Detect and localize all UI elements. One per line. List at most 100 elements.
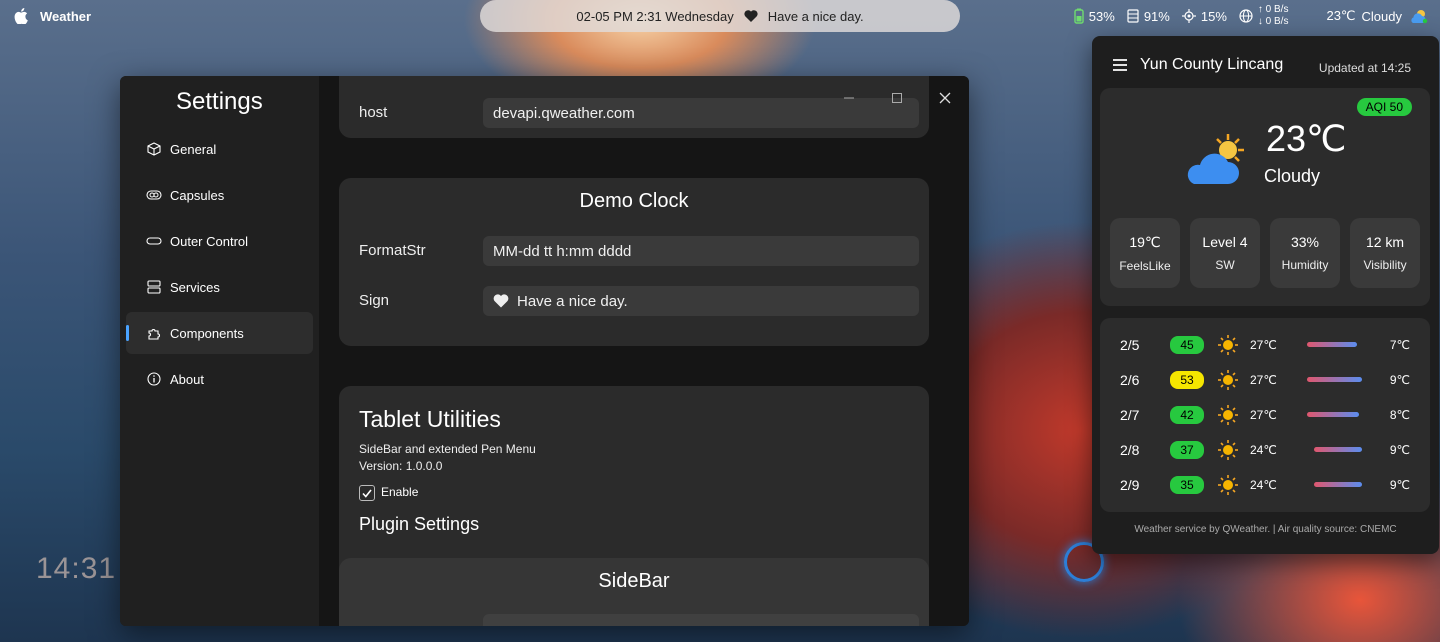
forecast-low: 7℃	[1389, 337, 1410, 352]
forecast-high: 27℃	[1250, 407, 1277, 422]
minimize-icon	[844, 97, 854, 99]
info-capsule[interactable]: 02-05 PM 2:31 Wednesday Have a nice day.	[480, 0, 960, 32]
cpu-status[interactable]: 15%	[1181, 8, 1227, 24]
aqi-badge: AQI 50	[1356, 98, 1412, 116]
forecast-low: 9℃	[1389, 477, 1410, 492]
settings-sidebar: Settings General Capsules Outer Control …	[120, 76, 319, 626]
sunny-icon	[1218, 474, 1238, 495]
sign-input[interactable]: Have a nice day.	[483, 286, 919, 316]
metric-humidity: 33% Humidity	[1270, 218, 1340, 288]
weather-panel: Yun County Lincang Updated at 14:25 AQI …	[1092, 36, 1439, 554]
app-name[interactable]: Weather	[40, 9, 91, 24]
sidebar-field[interactable]	[483, 614, 919, 626]
settings-content[interactable]: host devapi.qweather.com Demo Clock Form…	[319, 76, 969, 626]
check-icon	[362, 489, 372, 498]
battery-icon	[1074, 8, 1084, 24]
format-input[interactable]: MM-dd tt h:mm dddd	[483, 236, 919, 266]
nav-item-components[interactable]: Components	[126, 312, 313, 354]
format-label: FormatStr	[359, 242, 426, 259]
current-condition: Cloudy	[1264, 166, 1321, 186]
forecast-high: 27℃	[1250, 372, 1277, 387]
current-weather-card: AQI 50 23℃ Cloudy 19℃ FeelsLike Level 4 …	[1100, 88, 1430, 306]
tablet-title: Tablet Utilities	[359, 406, 501, 432]
tablet-utilities-card: Tablet Utilities SideBar and extended Pe…	[339, 386, 929, 626]
minimize-button[interactable]	[834, 86, 864, 110]
nav-item-general[interactable]: General	[126, 128, 313, 170]
metric-label: Humidity	[1281, 258, 1329, 272]
tablet-description: SideBar and extended Pen Menu	[359, 442, 536, 456]
metric-value: 12 km	[1365, 234, 1405, 250]
metric-value: 33%	[1290, 234, 1320, 250]
metric-value: Level 4	[1202, 234, 1248, 250]
net-up-value: 0 B/s	[1265, 4, 1289, 15]
info-icon	[146, 371, 162, 387]
metric-label: Visibility	[1363, 258, 1407, 272]
cpu-value: 15%	[1200, 8, 1227, 24]
demo-clock-card: Demo Clock FormatStr MM-dd tt h:mm dddd …	[339, 178, 929, 346]
forecast-row[interactable]: 2/9 35 24℃ 9℃	[1100, 467, 1430, 502]
nav-label: General	[170, 141, 217, 157]
nav-item-about[interactable]: About	[126, 358, 313, 400]
close-icon	[939, 92, 951, 104]
menubar-condition: Cloudy	[1361, 8, 1402, 24]
sign-value: Have a nice day.	[517, 292, 628, 310]
puzzle-icon	[146, 325, 162, 341]
battery-value: 53%	[1088, 8, 1115, 24]
forecast-aqi: 35	[1170, 475, 1204, 494]
cube-icon	[146, 141, 162, 157]
cpu-icon	[1181, 9, 1196, 23]
apple-logo-icon[interactable]	[14, 8, 30, 24]
forecast-date: 2/9	[1120, 476, 1140, 493]
forecast-low: 9℃	[1389, 372, 1410, 387]
capsule-datetime: 02-05 PM 2:31 Wednesday	[576, 8, 734, 24]
sidebar-subcard: SideBar	[339, 558, 929, 626]
metric-feels-like: 19℃ FeelsLike	[1110, 218, 1180, 288]
nav-item-outer-control[interactable]: Outer Control	[126, 220, 313, 262]
close-button[interactable]	[930, 86, 960, 110]
memory-icon	[1127, 9, 1139, 23]
forecast-date: 2/6	[1120, 371, 1140, 388]
partly-cloudy-icon	[1187, 134, 1244, 184]
nav-item-capsules[interactable]: Capsules	[126, 174, 313, 216]
sunny-icon	[1218, 404, 1238, 425]
network-status[interactable]: ↑ 0 B/s ↓ 0 B/s	[1239, 4, 1289, 28]
memory-status[interactable]: 91%	[1127, 9, 1170, 24]
enable-checkbox[interactable]	[359, 485, 375, 501]
sunny-icon	[1218, 439, 1238, 460]
weather-metrics: 19℃ FeelsLike Level 4 SW 33% Humidity 12…	[1110, 218, 1420, 288]
settings-title: Settings	[176, 88, 263, 115]
forecast-aqi: 37	[1170, 440, 1204, 459]
net-down-value: 0 B/s	[1265, 16, 1289, 27]
server-icon	[146, 279, 162, 295]
metric-value: 19℃	[1129, 233, 1161, 250]
hamburger-menu-icon[interactable]	[1112, 58, 1128, 72]
maximize-button[interactable]	[882, 86, 912, 110]
sunny-icon	[1218, 334, 1238, 355]
sunny-icon	[1218, 369, 1238, 390]
nav-item-services[interactable]: Services	[126, 266, 313, 308]
forecast-high: 27℃	[1250, 337, 1277, 352]
heart-icon	[493, 294, 509, 308]
battery-status[interactable]: 53%	[1074, 8, 1115, 24]
forecast-row[interactable]: 2/8 37 24℃ 9℃	[1100, 432, 1430, 467]
metric-label: SW	[1215, 258, 1235, 272]
pill-icon	[146, 233, 162, 249]
current-temperature: 23℃	[1266, 118, 1347, 159]
tablet-version: Version: 1.0.0.0	[359, 459, 443, 473]
nav-label: Components	[170, 325, 244, 341]
menubar-weather[interactable]: 23℃ Cloudy	[1326, 8, 1428, 24]
settings-nav: General Capsules Outer Control Services …	[126, 128, 313, 404]
forecast-row[interactable]: 2/7 42 27℃ 8℃	[1100, 397, 1430, 432]
plugin-settings-heading: Plugin Settings	[359, 514, 480, 534]
nav-label: Capsules	[170, 187, 225, 203]
forecast-date: 2/7	[1120, 406, 1140, 423]
forecast-low: 9℃	[1389, 442, 1410, 457]
temp-range-bar	[1314, 447, 1362, 452]
sidebar-title: SideBar	[598, 570, 670, 592]
forecast-row[interactable]: 2/6 53 27℃ 9℃	[1100, 362, 1430, 397]
demo-clock-title: Demo Clock	[579, 190, 689, 212]
forecast-row[interactable]: 2/5 45 27℃ 7℃	[1100, 327, 1430, 362]
net-up: ↑ 0 B/s	[1257, 4, 1289, 15]
forecast-high: 24℃	[1250, 477, 1277, 492]
metric-label: FeelsLike	[1119, 258, 1171, 273]
